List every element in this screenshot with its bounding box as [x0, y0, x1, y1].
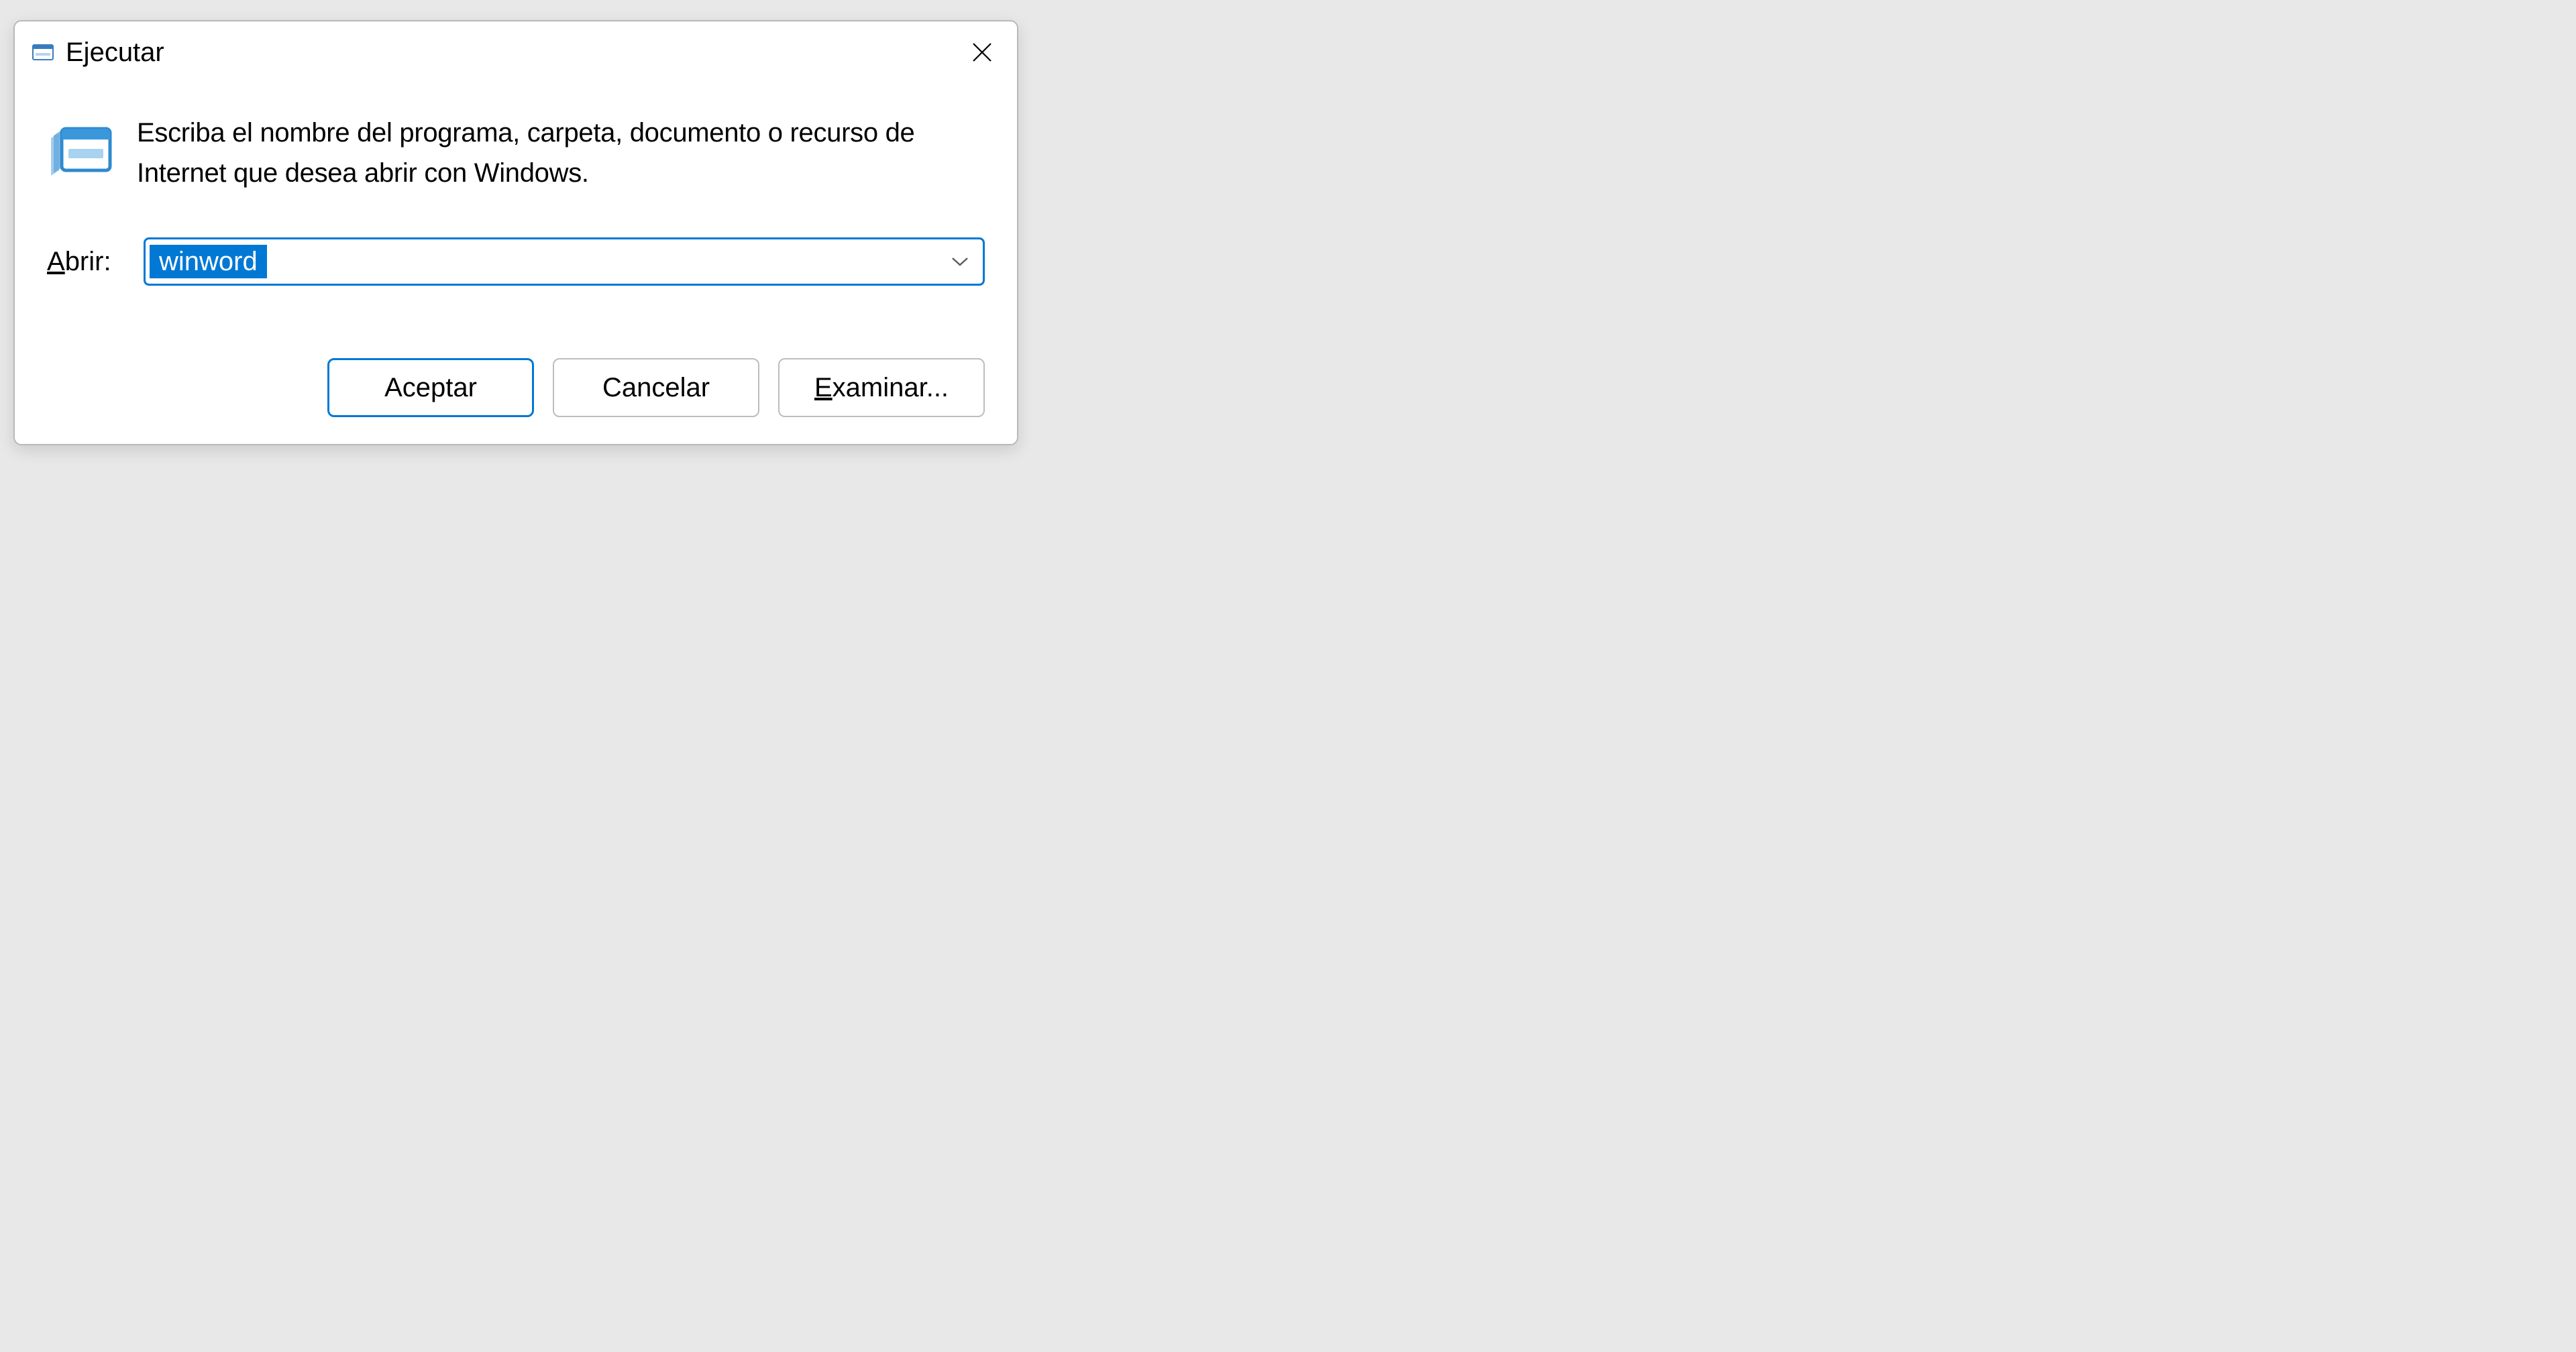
- chevron-down-icon: [951, 256, 969, 267]
- open-label-accel: A: [47, 247, 65, 276]
- open-label-rest: brir:: [65, 247, 111, 276]
- browse-accel: E: [814, 373, 833, 402]
- browse-button-label: Examinar...: [814, 373, 949, 403]
- titlebar-left: Ejecutar: [31, 38, 164, 68]
- open-input-value[interactable]: winword: [150, 245, 267, 278]
- open-combobox[interactable]: winword: [144, 237, 985, 286]
- open-row: Abrir: winword: [47, 237, 985, 286]
- cancel-button[interactable]: Cancelar: [553, 358, 759, 417]
- run-dialog: Ejecutar Escriba el nombre del progra: [13, 20, 1018, 445]
- combobox-dropdown-button[interactable]: [951, 252, 969, 271]
- ok-button[interactable]: Aceptar: [327, 358, 534, 417]
- run-icon: [47, 117, 114, 184]
- info-row: Escriba el nombre del programa, carpeta,…: [47, 113, 985, 193]
- titlebar: Ejecutar: [15, 21, 1017, 80]
- run-title-icon: [31, 40, 55, 64]
- close-icon: [971, 41, 994, 64]
- close-button[interactable]: [963, 34, 1001, 71]
- dialog-title: Ejecutar: [66, 38, 164, 68]
- dialog-content: Escriba el nombre del programa, carpeta,…: [15, 80, 1017, 338]
- ok-button-label: Aceptar: [384, 373, 477, 403]
- open-label: Abrir:: [47, 247, 121, 277]
- browse-button[interactable]: Examinar...: [778, 358, 985, 417]
- button-row: Aceptar Cancelar Examinar...: [15, 338, 1017, 444]
- cancel-button-label: Cancelar: [602, 373, 710, 403]
- browse-rest: xaminar...: [833, 373, 949, 402]
- dialog-description: Escriba el nombre del programa, carpeta,…: [137, 113, 985, 193]
